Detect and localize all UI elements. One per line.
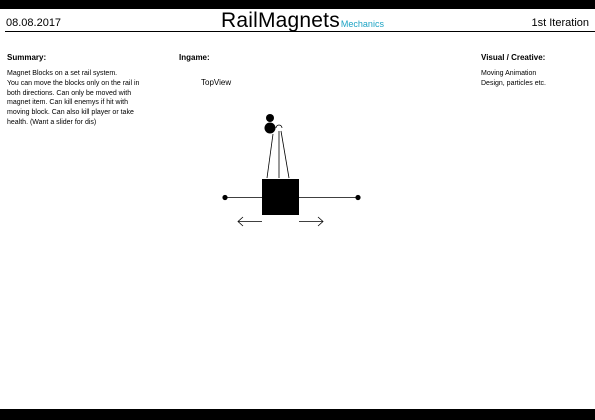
magnet-beam-lines: [266, 130, 290, 179]
magnet-block-icon: [262, 179, 299, 215]
bottom-border-bar: [0, 409, 595, 420]
player-figure-icon: [264, 114, 283, 134]
arrow-right-icon: [299, 216, 324, 227]
arrow-left-icon: [237, 216, 262, 227]
topview-sketch: [222, 114, 361, 227]
